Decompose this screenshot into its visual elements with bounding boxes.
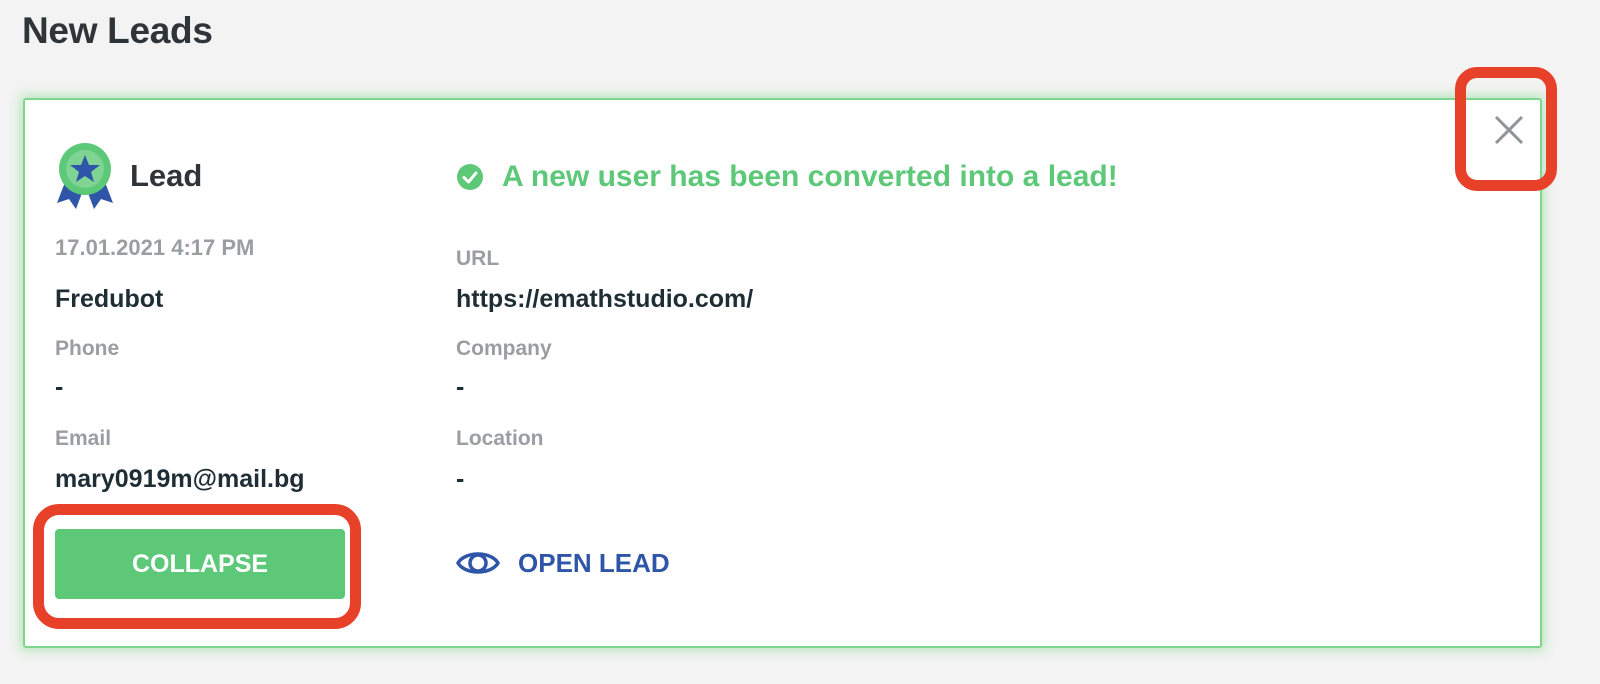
banner-text: A new user has been converted into a lea… (502, 160, 1118, 193)
eye-icon (456, 552, 500, 574)
email-label: Email (55, 427, 112, 450)
url-value: https://emathstudio.com/ (456, 285, 754, 313)
location-value: - (456, 465, 465, 493)
page-title: New Leads (22, 10, 213, 51)
phone-label: Phone (55, 337, 120, 360)
close-icon (1494, 115, 1524, 145)
email-value: mary0919m@mail.bg (55, 465, 305, 493)
conversion-banner: A new user has been converted into a lea… (456, 160, 1118, 194)
url-label: URL (456, 247, 500, 270)
company-value: - (456, 373, 465, 401)
company-label: Company (456, 337, 552, 360)
location-label: Location (456, 427, 544, 450)
award-ribbon-icon (57, 143, 113, 209)
open-lead-link[interactable]: OPEN LEAD (456, 546, 670, 580)
open-lead-label: OPEN LEAD (518, 547, 670, 578)
check-circle-icon (457, 164, 483, 190)
lead-type-label: Lead (130, 158, 203, 193)
collapse-button[interactable]: COLLAPSE (55, 529, 345, 599)
page: New Leads Lead A new user has been conve… (0, 0, 1600, 684)
lead-datetime: 17.01.2021 4:17 PM (55, 235, 255, 260)
close-button[interactable] (1483, 104, 1535, 156)
phone-value: - (55, 373, 64, 401)
lead-name: Fredubot (55, 285, 164, 313)
